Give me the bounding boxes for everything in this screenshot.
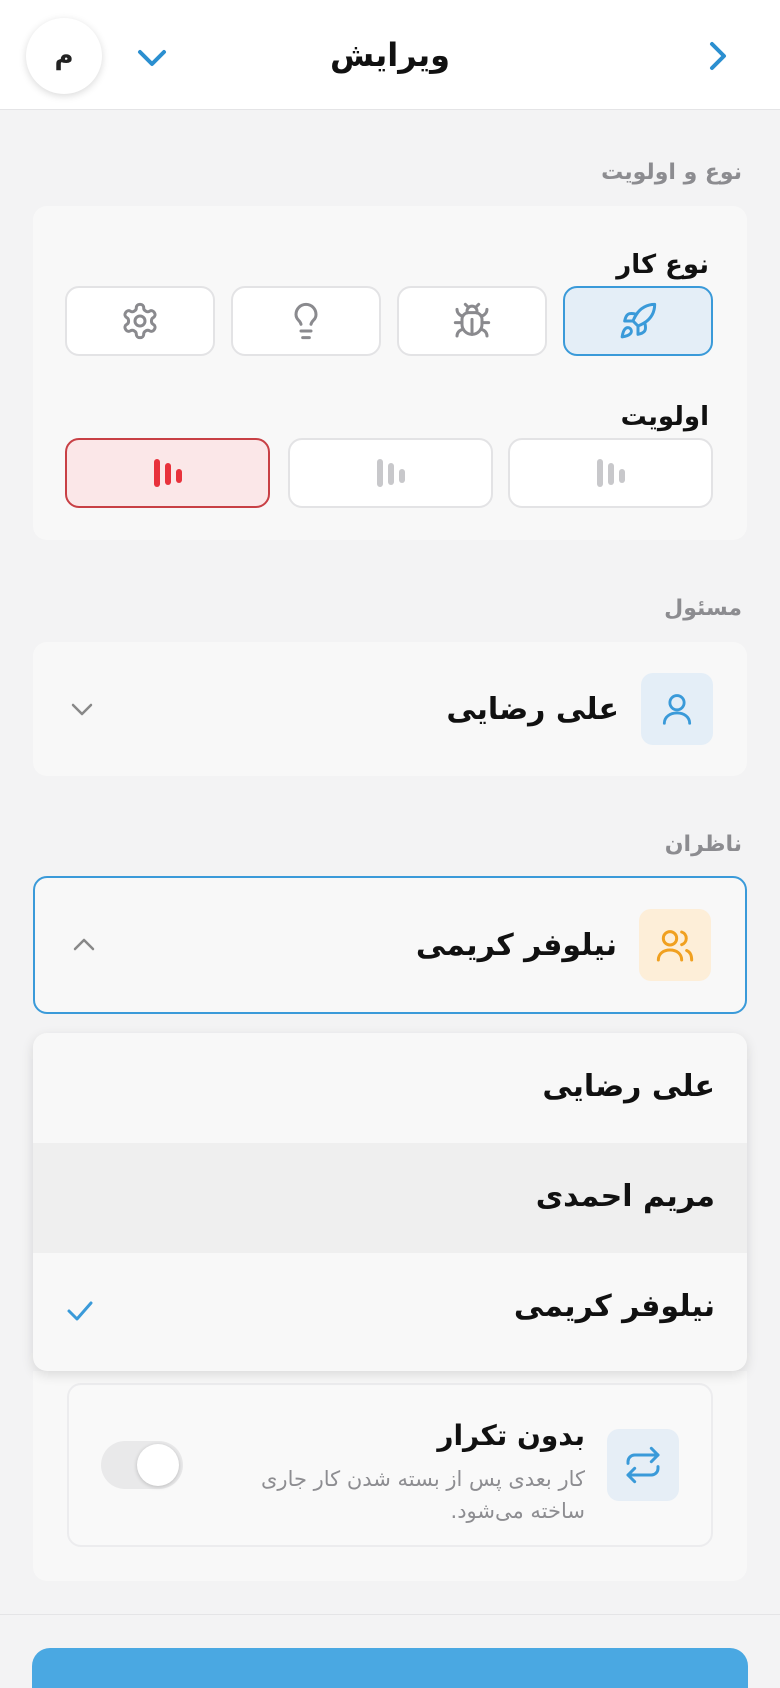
- repeat-title: بدون تکرار: [437, 1419, 585, 1452]
- task-type-settings-button[interactable]: [65, 286, 215, 356]
- watchers-select[interactable]: نیلوفر کریمی: [33, 876, 747, 1014]
- user-icon: [662, 694, 692, 725]
- priority-medium-icon: [376, 459, 405, 487]
- task-type-bug-button[interactable]: [397, 286, 547, 356]
- priority-medium-button[interactable]: [288, 438, 493, 508]
- repeat-description: کار بعدی پس از بسته شدن کار جاری ساخته م…: [260, 1467, 585, 1523]
- assignee-icon-box: [641, 673, 713, 745]
- chevron-down-icon: [71, 703, 93, 716]
- submit-button[interactable]: [32, 1648, 748, 1688]
- chevron-up-icon: [73, 938, 95, 951]
- watchers-dropdown: علی رضایی مریم احمدی نیلوفر کریمی: [33, 1033, 747, 1371]
- gear-icon: [123, 302, 157, 340]
- repeat-icon-box: [607, 1429, 679, 1501]
- lightbulb-icon: [294, 302, 318, 340]
- users-icon: [656, 930, 694, 962]
- toggle-knob: [137, 1444, 179, 1486]
- priority-low-button[interactable]: [508, 438, 713, 508]
- repeat-icon: [626, 1446, 660, 1484]
- rocket-icon: [620, 302, 657, 339]
- top-bar: ویرایش م: [0, 0, 780, 110]
- type-priority-section-label: نوع و اولویت: [601, 160, 742, 185]
- header-menu-button[interactable]: [134, 40, 170, 76]
- avatar[interactable]: م: [26, 18, 102, 94]
- watchers-option-selected[interactable]: نیلوفر کریمی: [33, 1253, 747, 1363]
- task-type-idea-button[interactable]: [231, 286, 381, 356]
- watchers-option[interactable]: مریم احمدی: [33, 1143, 747, 1253]
- chevron-down-icon: [138, 50, 166, 66]
- watchers-icon-box: [639, 909, 711, 981]
- task-type-feature-button[interactable]: [563, 286, 713, 356]
- repeat-toggle[interactable]: [101, 1441, 183, 1489]
- priority-high-icon: [153, 459, 182, 487]
- page-title: ویرایش: [329, 36, 451, 74]
- watchers-option[interactable]: علی رضایی: [33, 1033, 747, 1143]
- type-priority-card: نوع کار اولویت: [33, 206, 747, 540]
- priority-high-button[interactable]: [65, 438, 270, 508]
- repeat-setting: بدون تکرار کار بعدی پس از بسته شدن کار ج…: [67, 1383, 713, 1547]
- repeat-card: بدون تکرار کار بعدی پس از بسته شدن کار ج…: [33, 1371, 747, 1581]
- watchers-section-label: ناظران: [664, 832, 742, 857]
- bug-icon: [453, 302, 491, 338]
- check-icon: [67, 1301, 93, 1321]
- assignee-name: علی رضایی: [446, 692, 619, 727]
- assignee-select[interactable]: علی رضایی: [33, 642, 747, 776]
- watchers-option-label: علی رضایی: [542, 1069, 715, 1104]
- watchers-option-label: نیلوفر کریمی: [513, 1289, 715, 1324]
- task-type-label: نوع کار: [616, 250, 709, 280]
- priority-low-icon: [596, 459, 625, 487]
- priority-label: اولویت: [620, 402, 709, 432]
- watchers-selected-name: نیلوفر کریمی: [415, 928, 617, 963]
- watchers-option-label: مریم احمدی: [535, 1179, 715, 1214]
- assignee-section-label: مسئول: [664, 596, 742, 621]
